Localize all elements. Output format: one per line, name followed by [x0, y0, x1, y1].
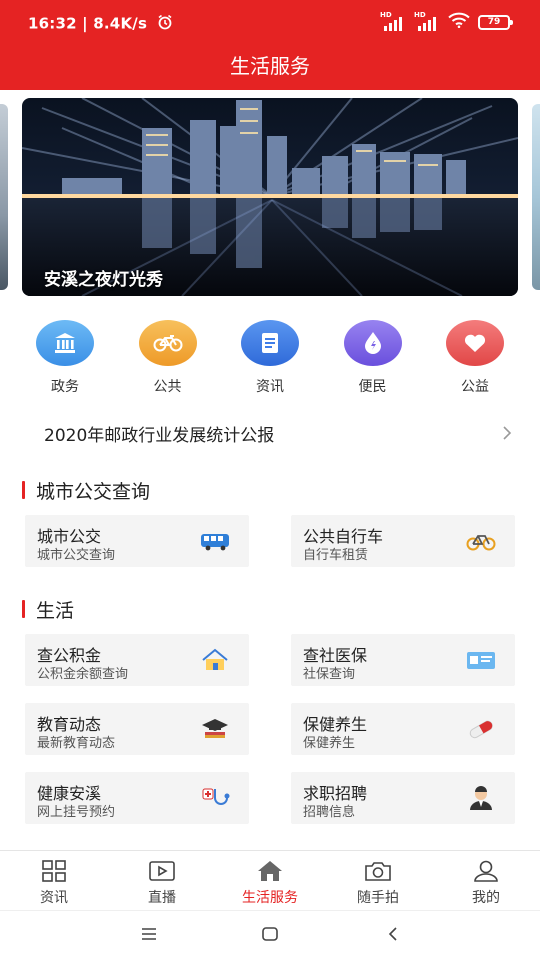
user-icon	[474, 860, 498, 882]
signal-2-icon: HD	[414, 11, 440, 31]
banner-carousel[interactable]: 安溪之夜灯光秀	[22, 98, 518, 296]
category-label: 便民	[358, 379, 387, 395]
card-subtitle: 社保查询	[303, 667, 356, 682]
home-square-icon[interactable]	[261, 926, 279, 942]
stethoscope-icon	[202, 788, 230, 805]
signal-1-icon: HD	[380, 11, 406, 31]
battery-icon: 79	[478, 14, 513, 30]
tab-label: 资讯	[40, 890, 68, 906]
back-icon[interactable]	[386, 926, 400, 942]
banner-next-peek[interactable]	[532, 104, 540, 290]
category-label: 公益	[461, 379, 489, 395]
house-fund-icon	[202, 648, 228, 670]
status-left: 16:32 | 8.4K/s	[28, 14, 173, 34]
card-education-news[interactable]: 教育动态 最新教育动态	[25, 703, 249, 755]
category-label: 政务	[51, 379, 79, 395]
category-news[interactable]: 资讯	[219, 320, 321, 396]
section-title-bus: 城市公交查询	[22, 477, 150, 504]
category-public[interactable]: 公共	[117, 320, 219, 396]
home-icon	[258, 861, 282, 881]
system-nav-bar	[0, 910, 540, 960]
category-row: 政务 公共 资讯 便民 公益	[14, 320, 526, 396]
bicycle-icon	[138, 320, 197, 366]
card-health-care[interactable]: 保健养生 保健养生	[291, 703, 515, 755]
card-subtitle: 公积金余额查询	[37, 667, 129, 682]
category-charity[interactable]: 公益	[424, 320, 526, 396]
category-government[interactable]: 政务	[14, 320, 116, 396]
tab-life-service[interactable]: 生活服务	[216, 851, 324, 910]
card-subtitle: 自行车租赁	[303, 548, 369, 563]
status-time-speed: 16:32 | 8.4K/s	[28, 14, 148, 33]
alarm-clock-icon	[157, 14, 173, 34]
status-bar: 16:32 | 8.4K/s HD HD 79	[0, 0, 540, 44]
card-public-bike[interactable]: 公共自行车 自行车租赁	[291, 515, 515, 567]
category-label: 资讯	[256, 379, 284, 395]
card-healthy-anxi[interactable]: 健康安溪 网上挂号预约	[25, 772, 249, 824]
status-right: HD HD 79	[380, 11, 513, 32]
insurance-card-icon	[467, 652, 495, 669]
wifi-icon	[448, 12, 470, 32]
tab-label: 生活服务	[242, 890, 298, 906]
chevron-right-icon	[502, 425, 512, 445]
page-header: 生活服务	[0, 44, 540, 90]
battery-level: 79	[487, 16, 501, 27]
graduation-cap-icon	[202, 719, 228, 738]
grid-icon	[42, 860, 66, 882]
notice-text: 2020年邮政行业发展统计公报	[44, 426, 275, 446]
tab-label: 直播	[148, 890, 176, 906]
tab-live[interactable]: 直播	[108, 851, 216, 910]
tab-mine[interactable]: 我的	[432, 851, 540, 910]
card-city-bus[interactable]: 城市公交 城市公交查询	[25, 515, 249, 567]
card-job-recruitment[interactable]: 求职招聘 招聘信息	[291, 772, 515, 824]
pill-capsule-icon	[469, 720, 493, 739]
document-icon	[241, 320, 299, 366]
heart-icon	[446, 320, 504, 366]
play-icon	[149, 861, 175, 881]
category-label: 公共	[153, 379, 182, 395]
tab-snapshot[interactable]: 随手拍	[324, 851, 432, 910]
card-subtitle: 招聘信息	[303, 805, 356, 820]
tab-news[interactable]: 资讯	[0, 851, 108, 910]
camera-icon	[365, 862, 391, 881]
government-building-icon	[36, 320, 94, 366]
category-convenience[interactable]: 便民	[322, 320, 424, 396]
bicycle-icon	[466, 535, 496, 551]
tab-label: 随手拍	[357, 890, 399, 906]
notice-bar[interactable]: 2020年邮政行业发展统计公报	[24, 416, 524, 450]
card-subtitle: 网上挂号预约	[37, 805, 116, 820]
card-subtitle: 城市公交查询	[37, 548, 116, 563]
bus-icon	[201, 534, 229, 551]
banner-caption: 安溪之夜灯光秀	[44, 270, 163, 290]
job-seeker-icon	[470, 786, 492, 810]
tab-label: 我的	[472, 890, 500, 906]
page-title: 生活服务	[230, 54, 310, 78]
banner-prev-peek[interactable]	[0, 104, 8, 290]
card-subtitle: 最新教育动态	[37, 736, 116, 751]
card-housing-fund[interactable]: 查公积金 公积金余额查询	[25, 634, 249, 686]
card-subtitle: 保健养生	[303, 736, 356, 751]
bottom-tab-bar: 资讯 直播 生活服务 随手拍 我的	[0, 850, 540, 910]
menu-icon[interactable]	[140, 926, 158, 942]
water-drop-icon	[343, 320, 402, 366]
section-title-life: 生活	[22, 596, 74, 623]
card-social-insurance[interactable]: 查社医保 社保查询	[291, 634, 515, 686]
